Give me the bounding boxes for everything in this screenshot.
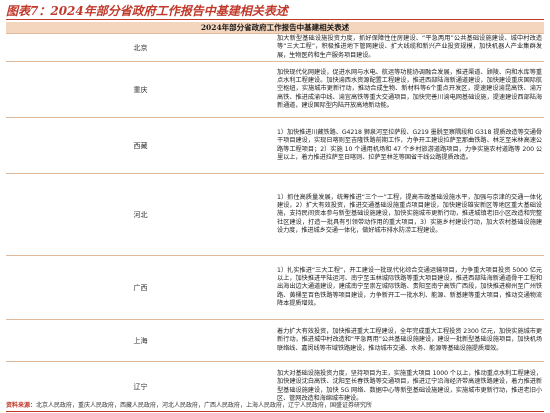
content-cell: 加快现代化网建设，促进水网与水电、航运等功能协调融合发展，推进渠道、顾陵、向和水… [275, 61, 544, 118]
table-row: 西藏 1）加快推进川藏铁路、G4218 狮泉河至拉萨段、G219 墨脱至察隅段和… [6, 117, 544, 174]
figure-title: 图表7：2024年部分省政府工作报告中基建相关表述 [6, 3, 544, 20]
content-cell: 1）抓住高质量发展，统筹推进“三个一”工程，提高市政基础设施水平，加强与京津的交… [275, 173, 544, 256]
province-cell: 北京 [6, 33, 275, 62]
source-label: 资料来源： [6, 402, 37, 409]
province-cell: 西藏 [6, 117, 275, 174]
content-cell: 1）加快推进川藏铁路、G4218 狮泉河至拉萨段、G219 墨脱至察隅段和 G3… [275, 117, 544, 174]
table-row: 北京 加大新型基础设施投资力度，抓好保障性住房建设、“平急两用”公共基础设施建设… [6, 33, 544, 62]
content-cell: 加大新型基础设施投资力度，抓好保障性住房建设、“平急两用”公共基础设施建设、城中… [275, 33, 544, 62]
content-cell: 着力扩大有效投资，加快推进重大工程建设，全年完成重大工程投资 2300 亿元，加… [275, 319, 544, 362]
source-text: 北京人民政府，重庆人民政府，西藏人民政府，河北人民政府，广西人民政府，上海人民政… [36, 402, 373, 409]
province-cell: 上海 [6, 319, 275, 362]
province-cell: 河北 [6, 173, 275, 256]
table-row: 重庆 加快现代化网建设，促进水网与水电、航运等功能协调融合发展，推进渠道、顾陵、… [6, 61, 544, 118]
source-note: 资料来源：北京人民政府，重庆人民政府，西藏人民政府，河北人民政府，广西人民政府，… [6, 401, 544, 411]
infrastructure-table: 2024年部分省政府工作报告中基建相关表述 北京 加大新型基础设施投资力度，抓好… [6, 22, 544, 412]
table-row: 上海 着力扩大有效投资，加快推进重大工程建设，全年完成重大工程投资 2300 亿… [6, 319, 544, 362]
table-row: 河北 1）抓住高质量发展，统筹推进“三个一”工程，提高市政基础设施水平，加强与京… [6, 173, 544, 256]
content-cell: 1）扎实推进“三大工程”，开工建设一批现代化综合交通运输项目，力争重大项目投资 … [275, 255, 544, 320]
table-header: 2024年部分省政府工作报告中基建相关表述 [6, 22, 544, 34]
province-cell: 重庆 [6, 61, 275, 118]
table-row: 广西 1）扎实推进“三大工程”，开工建设一批现代化综合交通运输项目，力争重大项目… [6, 255, 544, 320]
province-cell: 广西 [6, 255, 275, 320]
